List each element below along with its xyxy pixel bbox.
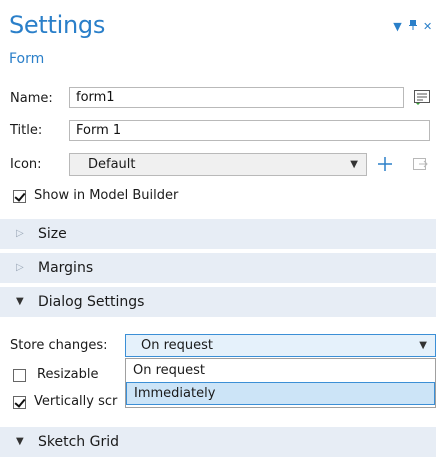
chevron-down-icon: ▼ [16, 296, 24, 307]
section-size-label: Size [38, 226, 67, 242]
resizable-checkbox[interactable] [13, 369, 26, 382]
chevron-right-icon: ▷ [16, 262, 24, 273]
vertically-scroll-checkbox[interactable] [13, 396, 26, 409]
add-icon[interactable] [375, 154, 395, 174]
pin-icon[interactable] [408, 20, 417, 33]
label-edit-icon[interactable] [412, 87, 432, 107]
show-in-model-builder-checkbox[interactable] [13, 190, 26, 203]
title-label: Title: [10, 123, 43, 138]
option-immediately[interactable]: Immediately [126, 382, 435, 405]
store-changes-label: Store changes: [10, 338, 108, 353]
chevron-down-icon: ▼ [350, 159, 358, 170]
section-sketch-grid-label: Sketch Grid [38, 434, 119, 450]
panel-header-controls: ▼ ✕ [393, 20, 432, 33]
section-margins[interactable]: ▷ Margins [0, 253, 436, 283]
icon-select-value: Default [88, 157, 136, 172]
import-icon[interactable] [410, 154, 430, 174]
section-dialog-settings[interactable]: ▼ Dialog Settings [0, 287, 436, 317]
store-changes-select[interactable]: On request ▼ [125, 334, 436, 357]
icon-select[interactable]: Default ▼ [69, 153, 367, 176]
section-dialog-settings-label: Dialog Settings [38, 294, 145, 310]
section-size[interactable]: ▷ Size [0, 219, 436, 249]
name-field[interactable]: form1 [69, 87, 404, 108]
chevron-down-icon: ▼ [16, 436, 24, 447]
section-margins-label: Margins [38, 260, 94, 276]
name-label: Name: [10, 91, 53, 106]
store-changes-dropdown: On request Immediately [125, 358, 436, 408]
vertically-scroll-label: Vertically scr [34, 394, 118, 409]
resizable-label: Resizable [37, 367, 99, 382]
chevron-down-icon: ▼ [419, 340, 427, 351]
show-in-model-builder-label: Show in Model Builder [34, 188, 179, 203]
store-changes-value: On request [141, 338, 214, 353]
chevron-right-icon: ▷ [16, 228, 24, 239]
section-sketch-grid[interactable]: ▼ Sketch Grid [0, 427, 436, 457]
panel-subtitle: Form [9, 51, 45, 67]
chevron-down-icon[interactable]: ▼ [393, 20, 402, 33]
option-on-request[interactable]: On request [126, 359, 435, 382]
close-icon[interactable]: ✕ [423, 20, 432, 33]
panel-title: Settings [9, 11, 106, 39]
icon-label: Icon: [10, 157, 42, 172]
title-field[interactable]: Form 1 [69, 120, 430, 141]
